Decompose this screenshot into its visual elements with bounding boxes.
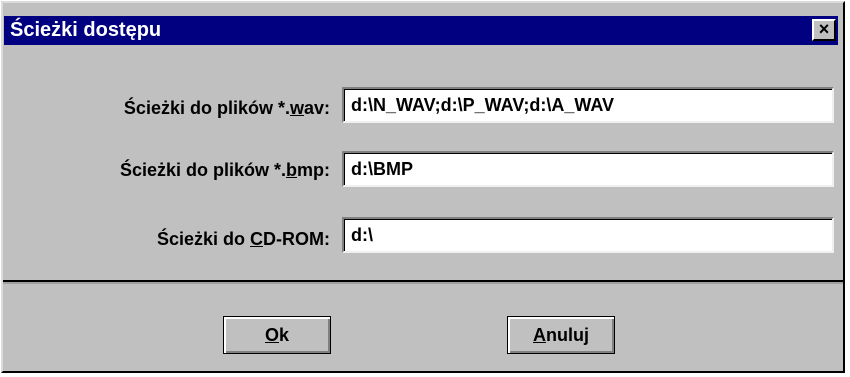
cdrom-accelerator: C [250,229,264,249]
cancel-button[interactable]: Anuluj [507,316,615,354]
title-bar: Ścieżki dostępu × [4,16,838,45]
ok-button[interactable]: Ok [223,316,331,354]
wav-paths-input[interactable]: d:\N_WAV;d:\P_WAV;d:\A_WAV [342,87,834,123]
cdrom-path-label: Ścieżki do CD-ROM: [156,229,330,249]
wav-accelerator: w [289,98,304,118]
separator-shadow [3,282,843,284]
paths-dialog [1,1,845,373]
close-button[interactable]: × [812,19,836,41]
close-icon: × [818,19,830,39]
bmp-accelerator: b [286,160,297,180]
wav-paths-label: Ścieżki do plików *.wav: [123,98,330,118]
bmp-paths-label: Ścieżki do plików *.bmp: [119,160,330,180]
bmp-paths-input[interactable]: d:\BMP [342,151,834,187]
window-title: Ścieżki dostępu [10,19,162,41]
cdrom-path-input[interactable]: d:\ [342,217,834,253]
